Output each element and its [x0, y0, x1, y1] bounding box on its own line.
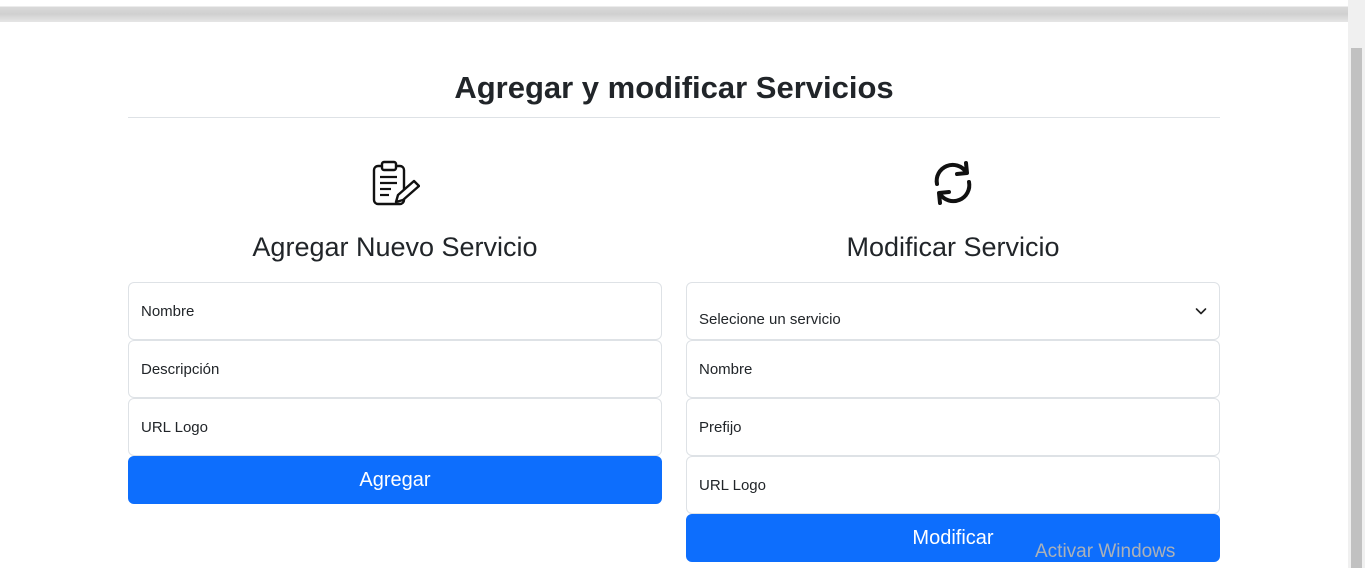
refresh-icon: [934, 161, 972, 205]
prefix-input[interactable]: Prefijo: [686, 398, 1220, 456]
activate-windows-watermark: Activar Windows: [1035, 541, 1176, 562]
title-divider: [128, 117, 1220, 118]
page-scrollbar[interactable]: [1348, 0, 1365, 568]
logo-url-input-placeholder: URL Logo: [141, 419, 208, 436]
logo-url-input[interactable]: URL Logo: [128, 398, 662, 456]
chevron-down-icon: [1195, 308, 1207, 315]
name-input[interactable]: Nombre: [128, 282, 662, 340]
add-service-section: Agregar Nuevo Servicio Nombre Descripció…: [128, 150, 662, 504]
page-title: Agregar y modificar Servicios: [454, 70, 894, 105]
modify-service-section: Modificar Servicio Selecione un servicio…: [686, 150, 1220, 562]
clipboard-edit-icon: [372, 160, 420, 206]
prefix-input-placeholder: Prefijo: [699, 419, 742, 436]
add-service-title: Agregar Nuevo Servicio: [252, 232, 538, 262]
modify-name-input-placeholder: Nombre: [699, 361, 753, 378]
modify-logo-url-input-placeholder: URL Logo: [699, 477, 766, 494]
add-button[interactable]: Agregar: [128, 456, 662, 504]
scrollbar-thumb[interactable]: [1351, 48, 1362, 568]
modify-service-title: Modificar Servicio: [846, 232, 1060, 262]
name-input-placeholder: Nombre: [141, 303, 195, 320]
service-select-value: Selecione un servicio: [699, 311, 841, 328]
browser-top-shadow: [0, 0, 1348, 22]
description-input[interactable]: Descripción: [128, 340, 662, 398]
description-input-placeholder: Descripción: [141, 361, 220, 378]
modify-name-input[interactable]: Nombre: [686, 340, 1220, 398]
service-select[interactable]: Selecione un servicio: [686, 282, 1220, 340]
modify-logo-url-input[interactable]: URL Logo: [686, 456, 1220, 514]
